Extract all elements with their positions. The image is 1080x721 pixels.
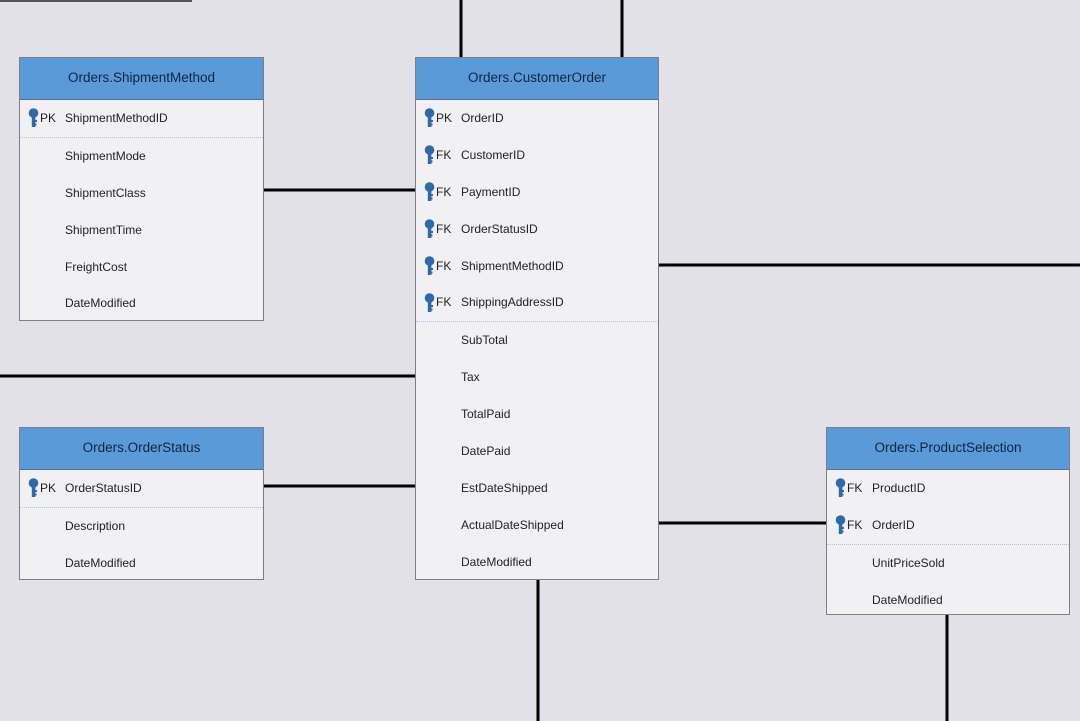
entity-row[interactable]: DateModified [20,285,263,322]
column-name: OrderStatusID [65,481,142,495]
entity-title[interactable]: Orders.ShipmentMethod [20,58,263,100]
column-name: OrderStatusID [461,221,538,236]
window-edge [0,0,192,2]
key-type-label: FK [847,481,863,495]
column-name: OrderID [461,111,504,125]
key-type-label: FK [436,258,452,273]
entity-title[interactable]: Orders.CustomerOrder [416,58,658,100]
entity-row[interactable]: PK OrderStatusID [20,470,263,508]
column-name: ShipmentMethodID [65,111,168,125]
entity-customer-order[interactable]: Orders.CustomerOrder PK OrderID FK Customer… [415,57,659,580]
key-icon [835,478,846,498]
key-badge: FK [424,211,451,248]
entity-row[interactable]: FK OrderStatusID [416,211,658,248]
entity-row[interactable]: FK OrderID [827,507,1069,545]
key-badge: FK [835,470,862,507]
column-name: CustomerID [461,147,526,162]
entity-row[interactable]: Tax [416,359,658,396]
column-name: ShipmentTime [65,222,142,237]
entity-row[interactable]: TotalPaid [416,396,658,433]
key-icon [424,256,435,275]
entity-row[interactable]: PK ShipmentMethodID [20,100,263,138]
entity-row[interactable]: DateModified [416,544,658,581]
column-name: PaymentID [461,184,521,199]
column-name: FreightCost [65,259,128,274]
column-name: ActualDateShipped [461,517,564,532]
column-name: DateModified [872,592,943,607]
key-badge: PK [28,470,56,507]
key-type-label: FK [436,295,452,310]
column-name: ProductID [872,481,926,495]
column-name: UnitPriceSold [872,555,945,570]
column-name: EstDateShipped [461,480,548,495]
column-name: DateModified [65,296,136,311]
column-name: ShippingAddressID [461,295,564,310]
key-badge: PK [28,100,56,137]
key-icon [424,145,435,165]
entity-row[interactable]: FK PaymentID [416,174,658,211]
entity-row[interactable]: FreightCost [20,249,263,286]
entity-row[interactable]: PK OrderID [416,100,658,137]
key-icon [28,108,39,128]
column-name: Description [65,518,126,533]
entity-row[interactable]: Description [20,508,263,545]
key-badge: PK [424,100,452,137]
entity-row[interactable]: ShipmentTime [20,212,263,249]
entity-row[interactable]: ActualDateShipped [416,507,658,544]
column-name: SubTotal [461,333,508,348]
key-badge: FK [835,507,862,544]
key-icon [424,108,435,128]
entity-order-status[interactable]: Orders.OrderStatus PK OrderStatusID Descri… [19,427,264,580]
key-icon [28,478,39,498]
column-name: OrderID [872,517,915,532]
entity-row[interactable]: SubTotal [416,322,658,359]
entity-row[interactable]: FK ShippingAddressID [416,284,658,323]
entity-row[interactable]: EstDateShipped [416,470,658,507]
entity-title[interactable]: Orders.ProductSelection [827,428,1069,470]
entity-row[interactable]: FK ShipmentMethodID [416,248,658,285]
key-type-label: FK [436,147,452,162]
entity-rows: PK OrderStatusID Description DateModified [20,470,263,582]
key-icon [835,515,846,535]
column-name: DatePaid [461,444,511,459]
key-type-label: FK [847,517,863,532]
entity-rows: PK OrderID FK CustomerID FK PaymentID FK OrderS… [416,100,658,581]
key-type-label: PK [40,481,57,495]
entity-title[interactable]: Orders.OrderStatus [20,428,263,470]
entity-row[interactable]: DateModified [827,582,1069,619]
column-name: TotalPaid [461,407,511,422]
column-name: ShipmentMethodID [461,258,564,273]
column-name: Tax [461,370,480,385]
entity-row[interactable]: UnitPriceSold [827,545,1069,582]
entity-product-selection[interactable]: Orders.ProductSelection FK ProductID FK Ord… [826,427,1070,615]
column-name: DateModified [461,554,532,569]
key-icon [424,219,435,239]
key-type-label: FK [436,184,452,199]
key-badge: FK [424,248,451,285]
key-badge: FK [424,137,451,174]
key-badge: FK [424,174,451,211]
key-icon [424,293,435,312]
key-badge: FK [424,284,451,321]
column-name: ShipmentClass [65,185,146,200]
entity-row[interactable]: DatePaid [416,433,658,470]
entity-row[interactable]: ShipmentClass [20,175,263,212]
entity-row[interactable]: ShipmentMode [20,138,263,175]
entity-shipment-method[interactable]: Orders.ShipmentMethod PK ShipmentMethodID… [19,57,264,321]
key-type-label: PK [40,111,57,125]
column-name: DateModified [65,555,136,570]
entity-row[interactable]: FK CustomerID [416,137,658,174]
entity-rows: FK ProductID FK OrderID UnitPriceSold DateMod… [827,470,1069,619]
entity-row[interactable]: DateModified [20,545,263,582]
entity-rows: PK ShipmentMethodID ShipmentMode ShipmentCl… [20,100,263,322]
key-type-label: FK [436,221,452,236]
column-name: ShipmentMode [65,148,146,163]
key-icon [424,182,435,202]
entity-row[interactable]: FK ProductID [827,470,1069,507]
key-type-label: PK [436,111,453,125]
